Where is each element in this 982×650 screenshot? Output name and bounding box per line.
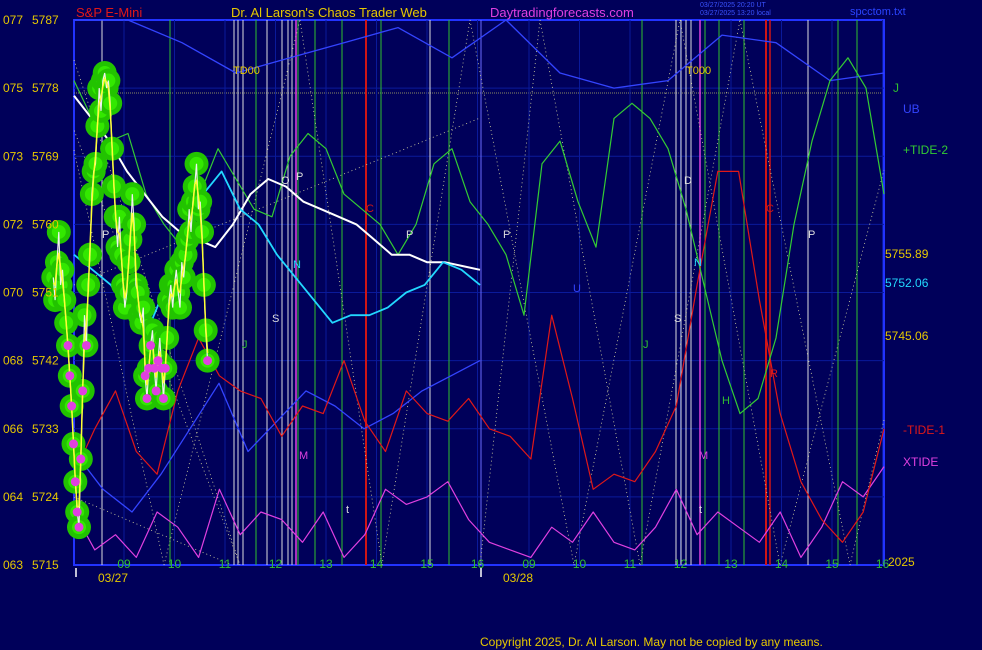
low-marker-dot — [203, 356, 213, 366]
x-date-label: 03/28 — [503, 571, 533, 585]
file-name: spcctom.txt — [850, 6, 906, 18]
site-link[interactable]: Daytradingforecasts.com — [490, 5, 634, 20]
right-series-label: J — [893, 81, 899, 95]
cycle-marker-letter: O — [281, 175, 290, 187]
x-date-label: 03/27 — [98, 571, 128, 585]
right-series-label: UB — [903, 102, 920, 116]
lower-band-line — [73, 360, 481, 513]
x-hour-label: 15 — [825, 557, 839, 571]
x-hour-label: 10 — [168, 557, 182, 571]
cycle-marker-letter: J — [643, 339, 649, 351]
y-code-label: 077 — [3, 13, 23, 27]
cycle-marker-letter: P — [296, 171, 303, 183]
cycle-marker-letter: M — [699, 450, 708, 462]
x-hour-label: 09 — [522, 557, 536, 571]
x-hour-label: 12 — [674, 557, 688, 571]
cycle-marker-letter: N — [694, 257, 702, 269]
low-marker-dot — [160, 363, 170, 373]
x-hour-label: 16 — [471, 557, 485, 571]
right-series-label: XTIDE — [903, 455, 938, 469]
low-marker-dot — [142, 393, 152, 403]
low-marker-dot — [151, 386, 161, 396]
low-marker-dot — [63, 340, 73, 350]
low-marker-dot — [146, 340, 156, 350]
right-series-label: 5745.06 — [885, 329, 929, 343]
y-code-label: 068 — [3, 354, 23, 368]
y-price-label: 5769 — [32, 149, 59, 163]
low-marker-dot — [69, 439, 78, 449]
cycle-marker-letter: R — [770, 368, 778, 380]
x-hour-label: 13 — [319, 557, 333, 571]
low-marker-dot — [72, 507, 82, 517]
low-marker-dot — [81, 340, 91, 350]
low-marker-dot — [74, 522, 84, 532]
cycle-marker-letter: N — [293, 259, 301, 271]
timestamp-local: 03/27/2025 13:20 local — [700, 10, 771, 17]
right-series-label: 5752.06 — [885, 276, 929, 290]
low-marker-dot — [65, 371, 75, 381]
cycle-marker-letter: TD00 — [233, 65, 260, 77]
cycle-marker-letter: C — [366, 203, 374, 215]
dotted-cycle-line — [849, 419, 885, 566]
y-price-label: 5715 — [32, 558, 59, 572]
cycle-marker-letter: S — [674, 313, 681, 325]
cycle-marker-letter: M — [299, 450, 308, 462]
x-hour-label: 09 — [117, 557, 131, 571]
x-hour-label: 14 — [370, 557, 384, 571]
year-label: 2025 — [888, 555, 915, 569]
x-hour-label: 14 — [775, 557, 789, 571]
cycle-marker-letter: D — [684, 175, 692, 187]
x-hour-label: 13 — [724, 557, 738, 571]
low-marker-dot — [76, 454, 86, 464]
x-hour-label: 11 — [624, 557, 637, 571]
price-halo — [41, 60, 220, 540]
y-code-label: 063 — [3, 558, 23, 572]
y-price-label: 5787 — [32, 13, 59, 27]
timestamp-ut: 03/27/2025 20:20 UT — [700, 2, 766, 9]
x-hour-label: 10 — [573, 557, 587, 571]
cycle-marker-letter: P — [406, 229, 413, 241]
x-hour-label: 11 — [219, 557, 232, 571]
cycle-marker-letter: P — [503, 229, 510, 241]
dotted-cycle-line — [73, 496, 233, 566]
xtide-line — [73, 466, 885, 559]
instrument-title: S&P E-Mini — [76, 5, 143, 20]
y-code-label: 070 — [3, 286, 23, 300]
cycle-marker-letter: U — [573, 283, 581, 295]
right-series-label: 5755.89 — [885, 247, 929, 261]
x-hour-label: 15 — [420, 557, 434, 571]
cycle-marker-letter: C — [766, 203, 774, 215]
y-price-label: 5733 — [32, 422, 59, 436]
cycle-marker-letter: J — [242, 339, 248, 351]
y-code-label: 072 — [3, 217, 23, 231]
cycle-marker-letter: P — [808, 229, 815, 241]
y-code-label: 073 — [3, 149, 23, 163]
copyright-notice: Copyright 2025, Dr. Al Larson. May not b… — [480, 635, 823, 649]
cycle-marker-letter: H — [722, 395, 730, 407]
y-code-label: 066 — [3, 422, 23, 436]
chart-plot: 077 5787 075 5778 073 5769 072 5760 070 5751 068 57… — [3, 13, 948, 585]
cycle-marker-letter: S — [272, 313, 279, 325]
y-price-label: 5778 — [32, 81, 59, 95]
y-code-label: 075 — [3, 81, 23, 95]
upper-band-line — [74, 19, 885, 89]
y-price-label: 5742 — [32, 354, 59, 368]
right-series-label: +TIDE-2 — [903, 143, 948, 157]
low-marker-dot — [70, 477, 80, 487]
low-marker-dot — [78, 386, 88, 396]
y-price-label: 5760 — [32, 217, 59, 231]
cycle-marker-letter: t — [346, 504, 349, 516]
right-series-label: -TIDE-1 — [903, 423, 945, 437]
low-marker-dot — [67, 401, 77, 411]
author-title: Dr. Al Larson's Chaos Trader Web — [231, 5, 427, 20]
y-price-label: 5751 — [32, 286, 59, 300]
cycle-marker-letter: t — [699, 504, 702, 516]
x-hour-label: 12 — [269, 557, 283, 571]
low-marker-dot — [158, 393, 168, 403]
cycle-marker-letter: P — [102, 229, 109, 241]
y-price-label: 5724 — [32, 490, 59, 504]
y-code-label: 064 — [3, 490, 23, 504]
cycle-marker-letter: T000 — [686, 65, 711, 77]
